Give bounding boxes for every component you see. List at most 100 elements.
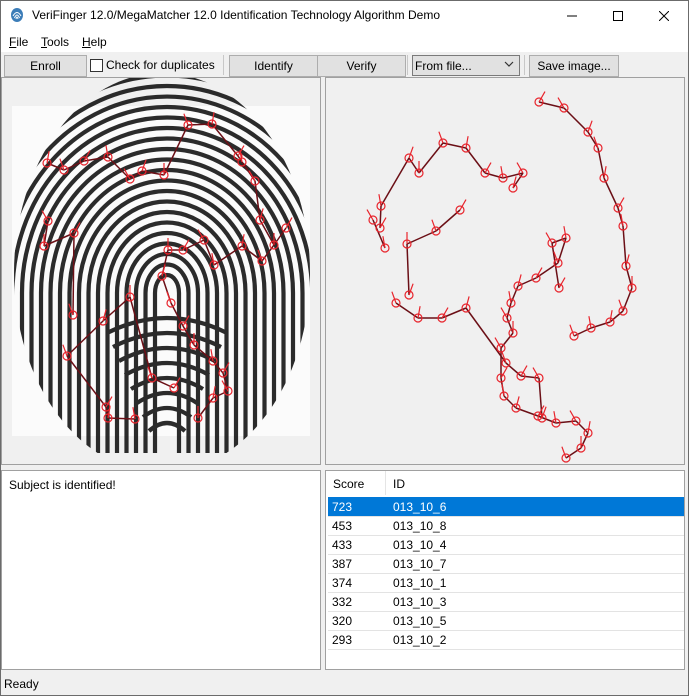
minutia-direction — [603, 166, 607, 179]
minutia-direction — [417, 306, 421, 319]
row-score: 387 — [332, 557, 353, 571]
check-duplicates-checkbox[interactable] — [90, 59, 103, 72]
row-id: 013_10_8 — [393, 519, 447, 533]
verify-button[interactable]: Verify — [317, 55, 406, 77]
minutia-direction — [366, 209, 374, 221]
row-score: 433 — [332, 538, 353, 552]
close-icon — [659, 11, 669, 21]
toolbar-separator — [407, 55, 408, 75]
minutia-link — [503, 395, 517, 409]
minutia-link — [520, 375, 540, 379]
minutia-link — [380, 157, 410, 207]
minutia-link — [406, 243, 410, 296]
minutia-link — [500, 332, 514, 349]
status-bar — [1, 673, 688, 695]
minutia-direction — [520, 365, 528, 377]
minutia-link — [575, 420, 589, 434]
template-view — [366, 91, 637, 463]
table-row[interactable]: 332 013_10_3 — [328, 592, 684, 612]
minutia-direction — [484, 162, 492, 174]
table-row[interactable]: 293 013_10_2 — [328, 630, 684, 650]
minutia-link — [563, 107, 589, 133]
minutia-link — [517, 277, 537, 287]
minutia-direction — [465, 136, 469, 149]
enroll-button[interactable]: Enroll — [4, 55, 87, 77]
minutia-direction — [378, 194, 382, 207]
row-id: 013_10_6 — [393, 500, 447, 514]
save-image-button[interactable]: Save image... — [529, 55, 619, 77]
minutia-link — [435, 209, 461, 232]
minutia-link — [573, 327, 592, 337]
minutia-direction — [538, 91, 546, 103]
minutia-link — [465, 307, 507, 364]
row-id: 013_10_1 — [393, 576, 447, 590]
row-id: 013_10_2 — [393, 633, 447, 647]
minutia-direction — [617, 197, 625, 209]
column-divider — [385, 471, 386, 495]
table-row[interactable]: 723 013_10_6 — [328, 497, 684, 517]
minutia-direction — [558, 277, 566, 289]
minutia-direction — [500, 307, 508, 319]
minutia-direction — [545, 232, 553, 244]
maximize-button[interactable] — [595, 1, 641, 31]
result-message: Subject is identified! — [9, 478, 116, 492]
identify-button[interactable]: Identify — [229, 55, 318, 77]
table-row[interactable]: 374 013_10_1 — [328, 573, 684, 593]
minutia-link — [418, 142, 444, 174]
column-header-id[interactable]: ID — [393, 477, 405, 491]
minutia-direction — [494, 337, 502, 349]
maximize-icon — [613, 11, 623, 21]
menu-file[interactable]: File — [9, 35, 28, 49]
row-score: 374 — [332, 576, 353, 590]
minutia-link — [505, 362, 522, 377]
table-row[interactable]: 387 013_10_7 — [328, 554, 684, 574]
toolbar: Enroll Identify Verify Save image... — [1, 54, 688, 77]
row-score: 723 — [332, 500, 353, 514]
minutia-link — [465, 147, 486, 174]
results-header: Score ID — [326, 471, 684, 495]
minutia-direction — [588, 316, 592, 329]
fingerprint-view — [12, 73, 310, 453]
source-dropdown-value: From file... — [415, 59, 472, 73]
minutia-link — [622, 225, 627, 267]
minutia-direction — [625, 254, 630, 267]
minutia-direction — [508, 291, 512, 304]
row-score: 320 — [332, 614, 353, 628]
minutia-direction — [532, 367, 540, 379]
minutia-direction — [553, 411, 557, 424]
right-minutiae-overlay — [366, 91, 637, 463]
minutia-direction — [500, 166, 504, 179]
row-id: 013_10_5 — [393, 614, 447, 628]
minutia-direction — [515, 396, 520, 409]
minimize-button[interactable] — [549, 1, 595, 31]
row-score: 332 — [332, 595, 353, 609]
check-duplicates-label[interactable]: Check for duplicates — [106, 58, 215, 72]
column-header-score[interactable]: Score — [333, 477, 364, 491]
minutia-direction — [569, 410, 577, 422]
message-panel — [1, 470, 321, 670]
row-id: 013_10_3 — [393, 595, 447, 609]
minutia-link — [406, 230, 437, 245]
table-row[interactable]: 320 013_10_5 — [328, 611, 684, 631]
app-fingerprint-icon — [11, 8, 23, 22]
row-score: 293 — [332, 633, 353, 647]
row-score: 453 — [332, 519, 353, 533]
minutia-direction — [500, 367, 508, 379]
menu-help[interactable]: Help — [82, 35, 107, 49]
minutia-link — [72, 232, 75, 316]
minutia-direction — [459, 199, 467, 211]
table-row[interactable]: 433 013_10_4 — [328, 535, 684, 555]
minutia-direction — [587, 421, 591, 434]
minimize-icon — [567, 15, 577, 17]
minutia-link — [408, 157, 420, 174]
menu-tools[interactable]: Tools — [41, 35, 69, 49]
table-row[interactable]: 453 013_10_8 — [328, 516, 684, 536]
menu-bar: File Tools Help — [1, 31, 688, 53]
row-id: 013_10_7 — [393, 557, 447, 571]
toolbar-separator — [223, 55, 224, 75]
chevron-down-icon — [504, 61, 514, 67]
window-title: VeriFinger 12.0/MegaMatcher 12.0 Identif… — [32, 8, 441, 22]
toolbar-separator — [524, 55, 525, 75]
close-button[interactable] — [641, 1, 687, 31]
minutia-direction — [516, 162, 524, 174]
